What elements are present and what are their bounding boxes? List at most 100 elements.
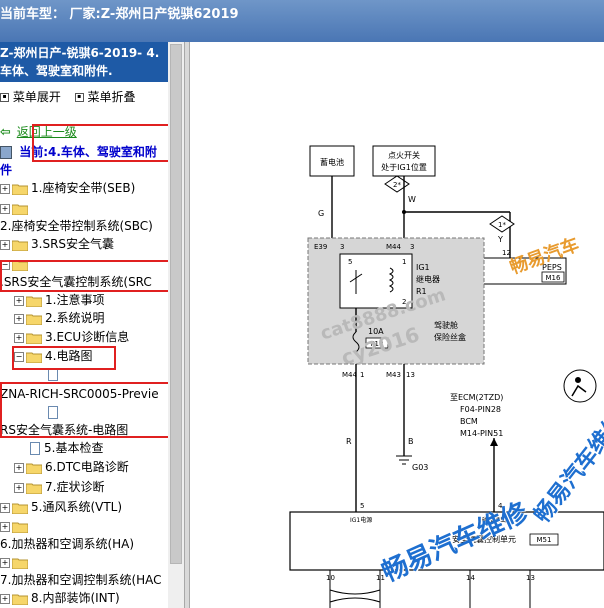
breadcrumb-line2: 车体、驾驶室和附件.	[0, 64, 113, 78]
window-title: 当前车型： 厂家:Z-郑州日产锐骐62019	[0, 7, 239, 22]
expand-toggle-icon[interactable]: +	[14, 295, 24, 306]
tree-item[interactable]: +1.座椅安全带(SEB)	[0, 178, 135, 198]
tree-item-label[interactable]: 5.基本检查	[44, 441, 103, 455]
tree-item[interactable]: +	[0, 198, 31, 218]
tree-item[interactable]: ZNA-RICH-SRC0005-Previe	[0, 384, 159, 404]
tree-item[interactable]: 6.加热器和空调系统(HA)	[0, 534, 134, 554]
tree-item[interactable]: +	[0, 552, 31, 572]
tree-item-label[interactable]: 2.座椅安全带控制系统(SBC)	[0, 219, 153, 233]
folder-icon	[12, 594, 28, 605]
document-icon	[48, 406, 58, 419]
tree-item-label[interactable]: 7.加热器和空调控制系统(HAC	[0, 573, 162, 587]
tree-item-label[interactable]: 5.通风系统(VTL)	[31, 500, 122, 514]
ecm-note-4: M14-PIN51	[460, 429, 503, 438]
folder-icon	[12, 184, 28, 195]
folder-icon	[12, 503, 28, 514]
tree-item-label[interactable]: 7.症状诊断	[45, 480, 104, 494]
tree-item-label[interactable]: 8.内部装饰(INT)	[31, 591, 120, 605]
tree-item-label[interactable]: 6.加热器和空调系统(HA)	[0, 537, 134, 551]
current-node-cont: 件	[0, 160, 12, 180]
tree-item[interactable]: 7.加热器和空调控制系统(HAC	[0, 570, 162, 590]
pin-3b: 3	[410, 243, 414, 251]
back-arrow-icon: ⇦	[0, 125, 11, 140]
tree-item[interactable]: +3.ECU诊断信息	[14, 327, 129, 347]
tree-item[interactable]: RS安全气囊系统-电路图	[0, 420, 128, 440]
wiring-diagram: 蓄电池 点火开关 处于IG1位置 G 2* W 1* Y 12 PEPS M16…	[289, 145, 604, 608]
wire-r-label: R	[346, 437, 352, 446]
tree-item-label[interactable]: 3.SRS安全气囊	[31, 237, 114, 251]
tree-item[interactable]: −	[0, 254, 31, 274]
folder-icon	[12, 558, 28, 569]
breadcrumb: Z-郑州日产-锐骐6-2019- 4. 车体、驾驶室和附件.	[0, 42, 168, 82]
tree-item[interactable]: +8.内部装饰(INT)	[0, 588, 120, 608]
tree-item[interactable]: +	[0, 516, 31, 536]
tree-item-label[interactable]: RS安全气囊系统-电路图	[0, 423, 128, 437]
tree-item[interactable]: − 4.电路图	[14, 346, 92, 366]
expand-toggle-icon[interactable]: +	[0, 593, 10, 604]
expand-toggle-icon[interactable]: +	[0, 502, 10, 513]
pin-m44b: M44	[342, 371, 357, 379]
folder-icon	[26, 333, 42, 344]
expand-toggle-icon[interactable]: +	[14, 482, 24, 493]
tree-item-label[interactable]: 4.电路图	[45, 349, 92, 363]
tree-item[interactable]: +2.系统说明	[14, 308, 104, 328]
expand-menu-button[interactable]: 菜单展开	[13, 90, 61, 104]
tree-item[interactable]	[48, 364, 62, 384]
diamond-1-label: 1*	[498, 221, 506, 229]
wire-b-label: B	[408, 437, 414, 446]
sidebar: Z-郑州日产-锐骐6-2019- 4. 车体、驾驶室和附件. ▪ 菜单展开 ▪ …	[0, 42, 184, 608]
ignition-label-1: 点火开关	[388, 150, 420, 160]
back-link-label[interactable]: 返回上一级	[17, 125, 77, 139]
wire-w-label: W	[408, 195, 416, 204]
tree-item[interactable]	[48, 402, 62, 422]
unit-pin-14: 14	[466, 574, 475, 582]
tree-root-icon	[0, 146, 12, 159]
collapse-menu-button[interactable]: 菜单折叠	[88, 90, 136, 104]
tree-item[interactable]: +6.DTC电路诊断	[14, 457, 129, 477]
folder-icon	[12, 522, 28, 533]
breadcrumb-line1: Z-郑州日产-锐骐6-2019- 4.	[0, 46, 160, 60]
tree-item-label[interactable]: 1.注意事项	[45, 293, 104, 307]
pin-13: 13	[406, 371, 415, 379]
sidebar-scroll-thumb[interactable]	[170, 44, 182, 564]
tree-item[interactable]: +1.注意事项	[14, 290, 104, 310]
tree-item[interactable]: +3.SRS安全气囊	[0, 234, 114, 254]
relay-name: IG1	[416, 263, 430, 272]
ignition-label-2: 处于IG1位置	[381, 162, 427, 172]
expand-toggle-icon[interactable]: +	[0, 183, 10, 194]
tree-item-label[interactable]: 2.系统说明	[45, 311, 104, 325]
tree-item-label[interactable]: 6.DTC电路诊断	[45, 460, 129, 474]
tree-item-label[interactable]: 1.座椅安全带(SEB)	[31, 181, 135, 195]
tree-item[interactable]: .SRS安全气囊控制系统(SRC	[0, 272, 152, 292]
expand-toggle-icon[interactable]: +	[0, 521, 10, 532]
tree-item[interactable]: +5.通风系统(VTL)	[0, 497, 122, 517]
pin-m44a: M44	[386, 243, 401, 251]
expand-toggle-icon[interactable]: +	[0, 203, 10, 214]
expand-toggle-icon[interactable]: +	[0, 239, 10, 250]
ecm-note-3: BCM	[460, 417, 478, 426]
box-note-1: 驾驶舱	[434, 320, 458, 330]
expand-toggle-icon[interactable]: +	[14, 313, 24, 324]
expand-toggle-icon[interactable]: +	[0, 557, 10, 568]
ecm-arrow	[490, 438, 498, 446]
back-link[interactable]: ⇦ 返回上一级	[0, 122, 77, 142]
tree-item-label[interactable]: ZNA-RICH-SRC0005-Previe	[0, 387, 159, 401]
document-icon	[30, 442, 40, 455]
tree-item-label[interactable]: .SRS安全气囊控制系统(SRC	[0, 275, 152, 289]
tree-item[interactable]: 2.座椅安全带控制系统(SBC)	[0, 216, 153, 236]
wire-g-label: G	[318, 209, 324, 218]
unit-conn: M51	[537, 536, 552, 544]
collapse-toggle-icon[interactable]: −	[14, 351, 24, 362]
expand-toggle-icon[interactable]: +	[14, 332, 24, 343]
collapse-toggle-icon[interactable]: −	[0, 259, 10, 270]
expand-toggle-icon[interactable]: +	[14, 462, 24, 473]
ecm-note-2: F04-PIN28	[460, 405, 501, 414]
document-icon	[48, 368, 58, 381]
menu-toolbar: ▪ 菜单展开 ▪ 菜单折叠	[0, 88, 136, 105]
folder-icon	[26, 296, 42, 307]
collapse-icon: ▪	[74, 93, 84, 102]
tree-item-label[interactable]: 3.ECU诊断信息	[45, 330, 129, 344]
tree-item[interactable]: 5.基本检查	[30, 438, 103, 458]
unit-pin-5: 5	[360, 502, 364, 510]
tree-item[interactable]: +7.症状诊断	[14, 477, 104, 497]
